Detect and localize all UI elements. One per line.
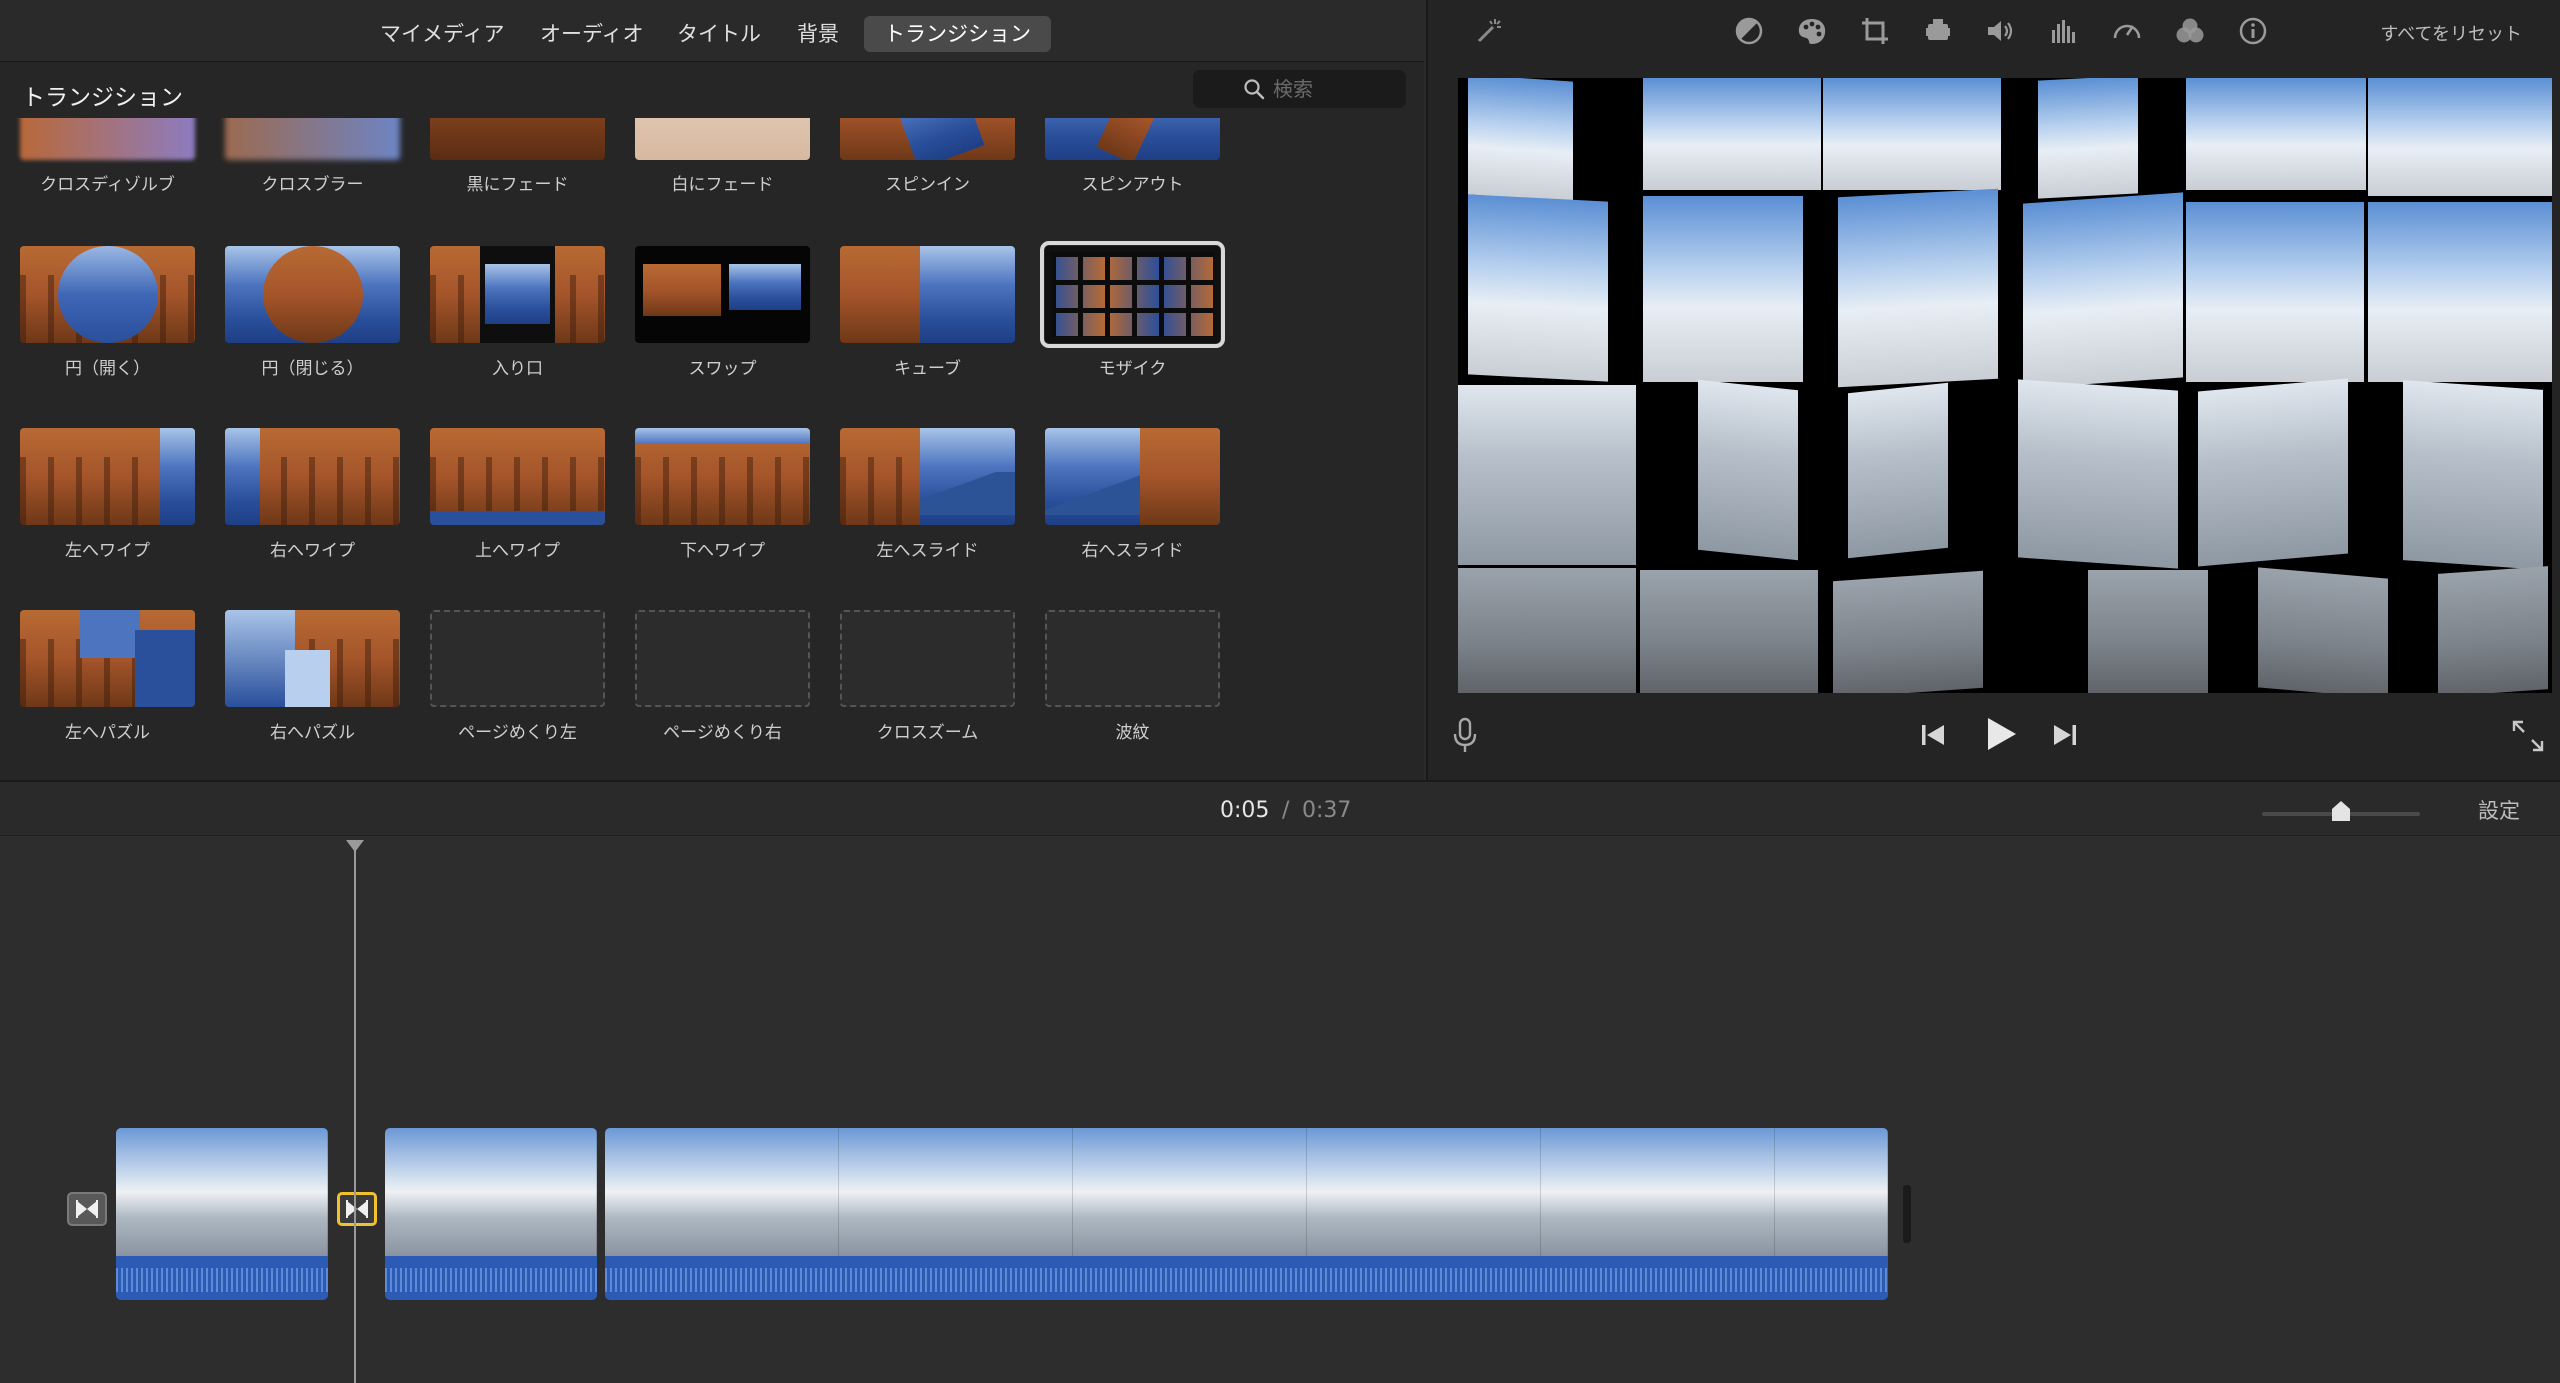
transition-thumbnail-placeholder — [840, 610, 1015, 707]
transition-label: 右へワイプ — [270, 541, 355, 561]
transition-label: 左へパズル — [65, 723, 150, 743]
current-timecode: 0:05 — [1220, 798, 1270, 823]
tab-my-media[interactable]: マイメディア — [360, 16, 525, 52]
transition-thumbnail — [840, 428, 1015, 525]
transition-thumbnail — [20, 246, 195, 343]
transition-grid: クロスディゾルブ クロスブラー 黒にフェード 白にフェード スピンイン スピンア… — [0, 118, 1424, 780]
transition-thumbnail-placeholder — [1045, 610, 1220, 707]
transition-thumbnail — [430, 118, 605, 160]
transition-label: スピンイン — [885, 175, 970, 195]
magic-wand-icon[interactable] — [1472, 14, 1506, 48]
audio-waveform — [385, 1256, 597, 1300]
microphone-icon[interactable] — [1450, 716, 1480, 756]
transition-thumbnail — [20, 610, 195, 707]
video-preview — [1458, 78, 2552, 693]
video-clip[interactable] — [385, 1128, 597, 1300]
transition-label: 右へスライド — [1081, 541, 1184, 561]
transition-label: 入り口 — [492, 359, 543, 379]
transition-thumbnail — [430, 246, 605, 343]
transition-label: 円（閉じる） — [261, 359, 364, 379]
transition-label: 左へワイプ — [65, 541, 150, 561]
transition-label: ページめくり右 — [663, 723, 782, 743]
transition-label: クロスズーム — [876, 723, 979, 743]
info-icon[interactable] — [2236, 14, 2270, 48]
play-icon[interactable] — [1978, 712, 2022, 756]
volume-icon[interactable] — [1984, 14, 2018, 48]
playhead[interactable] — [354, 840, 356, 1383]
crop-icon[interactable] — [1858, 14, 1892, 48]
transition-bowtie-icon — [76, 1200, 98, 1218]
transition-marker-start[interactable] — [67, 1192, 107, 1226]
content-browser: マイメディア オーディオ タイトル 背景 トランジション トランジション クロス… — [0, 0, 1424, 780]
clip-filter-icon[interactable] — [2173, 14, 2207, 48]
transition-label: 白にフェード — [671, 175, 774, 195]
transition-thumbnail — [635, 246, 810, 343]
video-clip[interactable] — [605, 1128, 1888, 1300]
transition-thumbnail — [1045, 118, 1220, 160]
skip-forward-icon[interactable] — [2048, 718, 2082, 752]
reset-all-button[interactable]: すべてをリセット — [2380, 20, 2522, 46]
search-box[interactable] — [1193, 70, 1406, 108]
color-balance-icon[interactable] — [1732, 14, 1766, 48]
transition-label: モザイク — [1098, 359, 1167, 379]
color-correction-icon[interactable] — [1795, 14, 1829, 48]
timeline-header: 0:05 / 0:37 設定 — [0, 782, 2560, 836]
transition-label: 下へワイプ — [680, 541, 765, 561]
audio-waveform — [116, 1256, 328, 1300]
viewer-toolbar: すべてをリセット — [1428, 0, 2560, 62]
stabilization-icon[interactable] — [1921, 14, 1955, 48]
transition-label: キューブ — [894, 359, 961, 379]
fullscreen-icon[interactable] — [2510, 718, 2546, 754]
tab-backgrounds[interactable]: 背景 — [777, 16, 859, 52]
skip-back-icon[interactable] — [1916, 718, 1950, 752]
tab-titles[interactable]: タイトル — [657, 16, 781, 52]
transition-thumbnail — [1040, 241, 1225, 348]
video-clip[interactable] — [116, 1128, 328, 1300]
transition-label: ページめくり左 — [458, 723, 577, 743]
transition-thumbnail-placeholder — [430, 610, 605, 707]
audio-waveform — [605, 1256, 1888, 1300]
speed-icon[interactable] — [2110, 14, 2144, 48]
transition-bowtie-icon — [346, 1200, 368, 1218]
transition-thumbnail-placeholder — [635, 610, 810, 707]
timecode-separator: / — [1282, 798, 1290, 823]
search-input[interactable] — [1273, 73, 1398, 105]
noise-reduction-equalizer-icon[interactable] — [2047, 14, 2081, 48]
transition-thumbnail — [20, 428, 195, 525]
transition-thumbnail — [635, 118, 810, 160]
clip-end-handle[interactable] — [1903, 1185, 1911, 1243]
tab-transitions[interactable]: トランジション — [864, 16, 1051, 52]
transition-thumbnail — [430, 428, 605, 525]
transition-thumbnail — [225, 428, 400, 525]
transition-thumbnail — [225, 610, 400, 707]
panel-title: トランジション — [22, 85, 183, 111]
transition-thumbnail — [225, 118, 400, 160]
transition-label: スワップ — [688, 359, 757, 379]
transition-label: 右へパズル — [270, 723, 355, 743]
transition-label: 円（開く） — [65, 359, 150, 379]
transition-label: クロスブラー — [261, 175, 364, 195]
transition-thumbnail — [840, 246, 1015, 343]
transition-thumbnail — [20, 118, 195, 160]
settings-button[interactable]: 設定 — [2478, 795, 2520, 825]
transition-label: 波紋 — [1115, 723, 1150, 743]
browser-tab-bar: マイメディア オーディオ タイトル 背景 トランジション — [0, 0, 1424, 62]
zoom-slider-thumb[interactable] — [2331, 800, 2351, 822]
transition-thumbnail — [225, 246, 400, 343]
transition-marker-selected[interactable] — [337, 1192, 377, 1226]
transition-label: 上へワイプ — [475, 541, 560, 561]
transition-label: 黒にフェード — [466, 175, 569, 195]
search-icon — [1244, 79, 1265, 100]
transition-label: クロスディゾルブ — [40, 175, 175, 195]
transition-thumbnail — [635, 428, 810, 525]
timeline: 0:05 / 0:37 設定 — [0, 780, 2560, 1383]
viewer-pane: すべてをリセット — [1426, 0, 2560, 780]
transition-label: スピンアウト — [1081, 175, 1184, 195]
transition-label: 左へスライド — [876, 541, 979, 561]
tab-audio[interactable]: オーディオ — [520, 16, 664, 52]
transition-thumbnail — [1045, 428, 1220, 525]
total-duration: 0:37 — [1302, 798, 1352, 823]
transition-thumbnail — [840, 118, 1015, 160]
